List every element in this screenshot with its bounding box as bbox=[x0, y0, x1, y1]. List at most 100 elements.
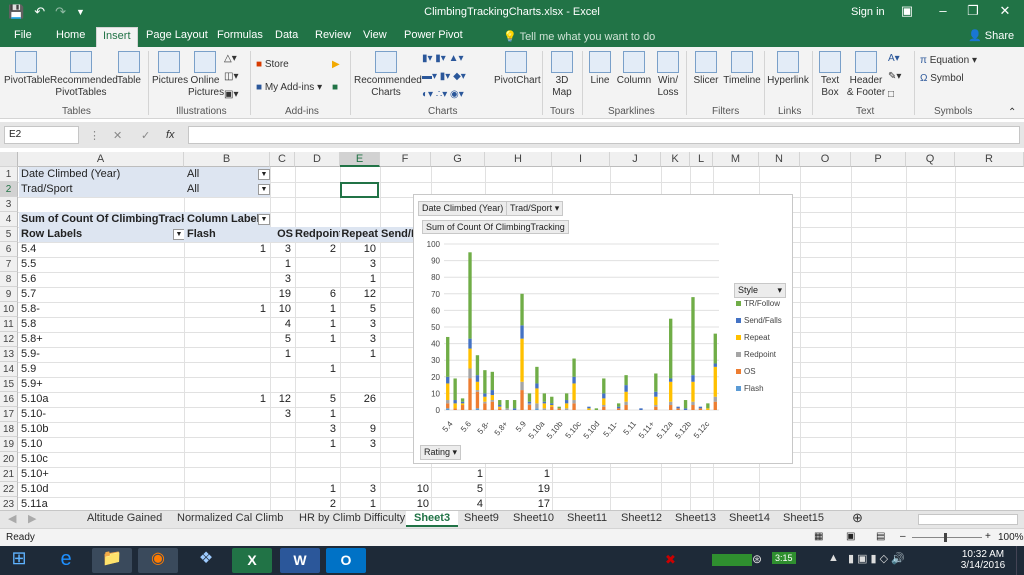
sync-alert-icon[interactable]: ✖ bbox=[665, 552, 676, 568]
column-header-h[interactable]: H bbox=[485, 152, 552, 167]
pivot-value-cell[interactable] bbox=[184, 467, 270, 482]
pivot-row-label[interactable]: 5.8 bbox=[21, 317, 36, 332]
pivot-value-cell[interactable] bbox=[295, 467, 340, 482]
pivot-row-label[interactable]: 5.8+ bbox=[21, 332, 43, 347]
formula-input[interactable] bbox=[188, 126, 1020, 144]
symbol-button[interactable]: Ω Symbol bbox=[920, 73, 964, 84]
pivot-value-cell[interactable]: 5 bbox=[340, 302, 380, 317]
people-graph-icon[interactable]: ■ bbox=[332, 82, 338, 93]
pivot-value-cell[interactable]: 3 bbox=[270, 407, 295, 422]
tab-home[interactable]: Home bbox=[56, 29, 85, 41]
pivot-value-cell[interactable] bbox=[295, 272, 340, 287]
wordart-icon[interactable]: A▾ bbox=[888, 53, 900, 64]
pivot-value-cell[interactable] bbox=[184, 482, 270, 497]
column-chart-icon[interactable]: ▮▾ ▮▾ ▲▾ bbox=[422, 53, 464, 64]
pivot-value-cell[interactable] bbox=[295, 257, 340, 272]
bing-icon[interactable]: ▶ bbox=[332, 59, 340, 70]
column-header-l[interactable]: L bbox=[690, 152, 713, 167]
pivot-row-label[interactable]: 5.10c bbox=[21, 452, 48, 467]
column-header-e[interactable]: E bbox=[340, 152, 380, 167]
timeline-button[interactable]: Timeline bbox=[722, 51, 762, 87]
pivot-value-cell[interactable]: 26 bbox=[340, 392, 380, 407]
more-options-icon[interactable]: ⋮ bbox=[89, 129, 100, 142]
active-cell-selection[interactable] bbox=[340, 182, 379, 198]
pie-chart-icon[interactable]: ◐▾ ∴▾ ◉▾ bbox=[422, 89, 464, 100]
cell-f23[interactable]: 10 bbox=[380, 497, 431, 510]
column-header-g[interactable]: G bbox=[431, 152, 485, 167]
pivot-value-cell[interactable] bbox=[184, 347, 270, 362]
pictures-button[interactable]: Pictures bbox=[152, 51, 188, 87]
column-header-r[interactable]: R bbox=[955, 152, 1024, 167]
row-header-2[interactable]: 2 bbox=[0, 182, 18, 197]
sheet-tab-sheet15[interactable]: Sheet15 bbox=[783, 512, 824, 524]
row-header-23[interactable]: 23 bbox=[0, 497, 18, 510]
pivot-value-cell[interactable] bbox=[184, 317, 270, 332]
axis-rating-button[interactable]: Rating ▾ bbox=[420, 445, 462, 460]
pivot-value-cell[interactable] bbox=[184, 422, 270, 437]
table-button[interactable]: Table bbox=[114, 51, 144, 87]
pivot-value-cell[interactable]: 1 bbox=[295, 407, 340, 422]
pivot-row-label[interactable]: 5.11a bbox=[21, 497, 48, 510]
insert-function-icon[interactable]: fx bbox=[166, 129, 175, 141]
new-sheet-icon[interactable]: ⊕ bbox=[852, 510, 863, 526]
column-header-d[interactable]: D bbox=[295, 152, 340, 167]
pivot-row-label[interactable]: 5.4 bbox=[21, 242, 36, 257]
pivot-value-cell[interactable]: 3 bbox=[295, 422, 340, 437]
column-header-m[interactable]: M bbox=[713, 152, 759, 167]
pivot-value-cell[interactable] bbox=[295, 347, 340, 362]
pivot-value-cell[interactable]: 3 bbox=[340, 332, 380, 347]
firefox-icon[interactable]: ◉ bbox=[138, 548, 178, 573]
row-header-21[interactable]: 21 bbox=[0, 467, 18, 482]
pivot-value-cell[interactable]: 1 bbox=[295, 302, 340, 317]
row-header-11[interactable]: 11 bbox=[0, 317, 18, 332]
pivot-value-cell[interactable]: 1 bbox=[184, 302, 270, 317]
tab-page-layout[interactable]: Page Layout bbox=[146, 29, 208, 41]
pivot-value-cell[interactable] bbox=[270, 362, 295, 377]
column-header-j[interactable]: J bbox=[610, 152, 661, 167]
pivot-value-cell[interactable]: 1 bbox=[295, 437, 340, 452]
sparkline-line-button[interactable]: Line bbox=[586, 51, 614, 87]
pivot-value-cell[interactable]: 3 bbox=[340, 482, 380, 497]
store-button[interactable]: ■ Store bbox=[256, 59, 289, 70]
pivot-value-cell[interactable] bbox=[184, 452, 270, 467]
row-header-4[interactable]: 4 bbox=[0, 212, 18, 227]
pivot-value-cell[interactable]: 1 bbox=[270, 347, 295, 362]
pivot-value-cell[interactable] bbox=[340, 452, 380, 467]
slicer-button[interactable]: Slicer bbox=[690, 51, 722, 87]
column-header-q[interactable]: Q bbox=[906, 152, 955, 167]
sheet-tab-hr-by-climb-difficulty[interactable]: HR by Climb Difficulty bbox=[299, 512, 405, 524]
zoom-in-icon[interactable]: + bbox=[985, 531, 991, 542]
start-button[interactable]: ⊞ bbox=[2, 548, 36, 573]
pivot-value-cell[interactable]: 3 bbox=[270, 272, 295, 287]
pivot-row-label[interactable]: 5.10a bbox=[21, 392, 49, 407]
pivot-value-cell[interactable] bbox=[340, 407, 380, 422]
column-labels-dropdown-icon[interactable]: ▼ bbox=[258, 214, 270, 225]
pivot-value-cell[interactable]: 1 bbox=[295, 482, 340, 497]
pivot-value-cell[interactable] bbox=[270, 377, 295, 392]
battery-timer[interactable]: 3:15 bbox=[772, 552, 796, 564]
pivot-value-cell[interactable]: 1 bbox=[295, 332, 340, 347]
pivot-value-cell[interactable]: 1 bbox=[340, 272, 380, 287]
pivot-value-cell[interactable] bbox=[295, 377, 340, 392]
row-header-22[interactable]: 22 bbox=[0, 482, 18, 497]
pivot-value-cell[interactable] bbox=[184, 287, 270, 302]
pivot-value-cell[interactable] bbox=[270, 422, 295, 437]
sheet-tab-sheet14[interactable]: Sheet14 bbox=[729, 512, 770, 524]
row-header-20[interactable]: 20 bbox=[0, 452, 18, 467]
tab-review[interactable]: Review bbox=[315, 29, 351, 41]
pivot-value-cell[interactable] bbox=[184, 377, 270, 392]
pivot-value-cell[interactable] bbox=[270, 497, 295, 510]
share-button[interactable]: 👤 Share bbox=[968, 29, 1014, 42]
sheet-tab-sheet12[interactable]: Sheet12 bbox=[621, 512, 662, 524]
cell-h22[interactable]: 19 bbox=[485, 482, 552, 497]
pivot-value-cell[interactable]: 3 bbox=[340, 317, 380, 332]
cell-g22[interactable]: 5 bbox=[431, 482, 485, 497]
cell-h23[interactable]: 17 bbox=[485, 497, 552, 510]
row-header-13[interactable]: 13 bbox=[0, 347, 18, 362]
recommended-pivottables-button[interactable]: Recommended PivotTables bbox=[50, 51, 118, 99]
pivot-value-cell[interactable]: 1 bbox=[295, 362, 340, 377]
pivot-value-cell[interactable]: 12 bbox=[340, 287, 380, 302]
row-header-12[interactable]: 12 bbox=[0, 332, 18, 347]
file-explorer-icon[interactable]: 📁 bbox=[92, 548, 132, 573]
wifi-icon[interactable]: ⊛ bbox=[752, 552, 762, 566]
